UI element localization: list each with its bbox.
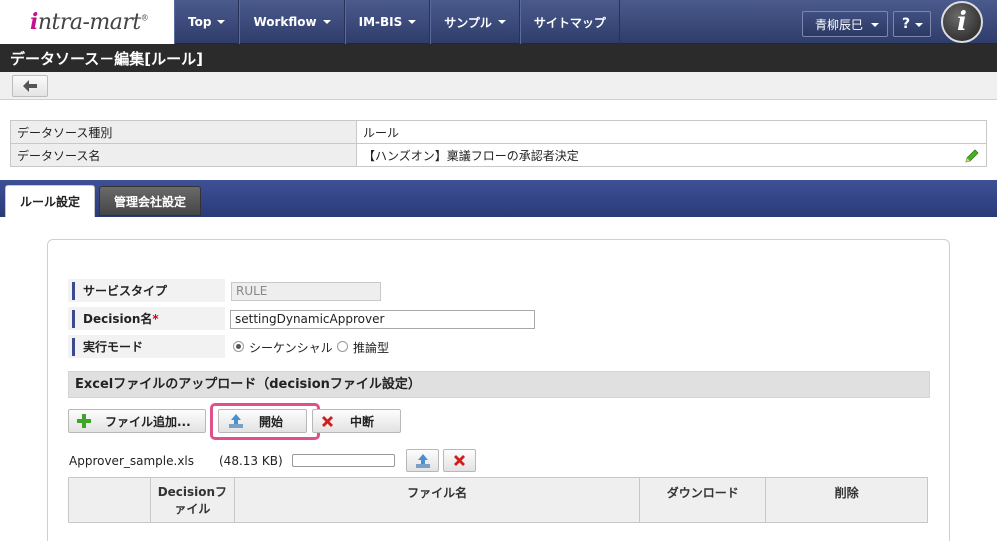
upload-section-title: Excelファイルのアップロード（decisionファイル設定） <box>68 371 930 398</box>
chevron-down-icon <box>871 23 879 27</box>
nav-im-bis[interactable]: IM-BIS <box>344 0 431 44</box>
info-value: 【ハンズオン】稟議フローの承認者決定 <box>363 148 579 163</box>
mode-cell: シーケンシャル 推論型 <box>225 335 926 359</box>
cancel-icon <box>322 415 333 427</box>
brand-icon[interactable]: i <box>941 1 983 43</box>
nav-im-bis-label: IM-BIS <box>358 15 403 29</box>
info-value: ルール <box>356 120 987 144</box>
nav-workflow-label: Workflow <box>253 15 317 29</box>
form-row-decision: Decision名* settingDynamicApprover <box>68 307 926 331</box>
start-upload-label: 開始 <box>259 414 284 429</box>
file-name: Approver_sample.xls <box>69 454 195 468</box>
brand-letter: i <box>957 7 967 37</box>
file-upload-button[interactable] <box>406 449 439 472</box>
form-row-mode: 実行モード シーケンシャル 推論型 <box>68 335 926 359</box>
decision-name-input[interactable]: settingDynamicApprover <box>230 310 535 329</box>
tab-company-settings[interactable]: 管理会社設定 <box>99 186 202 216</box>
decision-label-wrap: Decision名* <box>72 310 159 328</box>
upload-progress-bar <box>292 454 395 467</box>
arrow-left-icon <box>23 80 37 92</box>
column-header-delete: 削除 <box>765 477 928 523</box>
main-nav: Top Workflow IM-BIS サンプル サイトマップ <box>174 0 620 44</box>
help-menu-button[interactable]: ? <box>893 11 931 37</box>
add-file-label: ファイル追加... <box>105 414 191 429</box>
pencil-icon[interactable] <box>964 148 980 164</box>
user-name: 青柳辰巳 <box>815 17 864 32</box>
service-type-label: サービスタイプ <box>72 282 167 300</box>
radio-inference-label[interactable]: 推論型 <box>353 339 389 356</box>
info-value-cell: 【ハンズオン】稟議フローの承認者決定 <box>356 143 987 167</box>
radio-inference[interactable] <box>337 341 348 352</box>
nav-top-label: Top <box>188 15 212 29</box>
column-header-download: ダウンロード <box>639 477 767 523</box>
decision-label: Decision名 <box>83 312 153 326</box>
user-menu-button[interactable]: 青柳辰巳 <box>802 11 888 37</box>
nav-sitemap[interactable]: サイトマップ <box>519 0 620 44</box>
info-label: データソース種別 <box>10 120 357 144</box>
nav-sample[interactable]: サンプル <box>430 0 520 44</box>
nav-top[interactable]: Top <box>174 0 240 44</box>
nav-sample-label: サンプル <box>444 15 492 30</box>
info-row-name: データソース名 【ハンズオン】稟議フローの承認者決定 <box>10 143 987 167</box>
required-mark: * <box>152 312 159 326</box>
form-row-service-type: サービスタイプ RULE <box>68 279 926 303</box>
radio-sequential[interactable] <box>233 341 244 352</box>
uploaded-files-table: Decisionファイル ファイル名 ダウンロード 削除 <box>68 477 928 523</box>
upload-icon <box>229 414 243 428</box>
intra-mart-logo[interactable]: intra-mart® <box>0 0 174 44</box>
back-button[interactable] <box>12 75 48 97</box>
chevron-down-icon <box>497 20 506 24</box>
column-header-decision-file: Decisionファイル <box>149 477 235 523</box>
tab-bar: ルール設定 管理会社設定 <box>0 180 997 217</box>
table-header-row: Decisionファイル ファイル名 ダウンロード 削除 <box>68 477 928 523</box>
decision-cell: settingDynamicApprover <box>225 307 926 331</box>
plus-icon <box>77 414 91 428</box>
page-toolbar <box>0 72 997 100</box>
chevron-down-icon <box>408 20 417 24</box>
nav-sitemap-label: サイトマップ <box>533 15 606 30</box>
chevron-down-icon <box>217 20 226 24</box>
page-title: データソース－編集[ルール] <box>0 44 997 72</box>
nav-workflow[interactable]: Workflow <box>239 0 345 44</box>
info-label: データソース名 <box>10 143 357 167</box>
file-size: (48.13 KB) <box>219 454 283 468</box>
column-header-file-name: ファイル名 <box>233 477 641 523</box>
cancel-icon <box>454 455 465 466</box>
abort-upload-label: 中断 <box>350 414 375 429</box>
abort-upload-button[interactable]: 中断 <box>312 409 401 433</box>
tab-rule-settings[interactable]: ルール設定 <box>5 185 96 217</box>
radio-sequential-label[interactable]: シーケンシャル <box>249 339 333 356</box>
file-remove-button[interactable] <box>443 449 476 472</box>
add-file-button[interactable]: ファイル追加... <box>68 409 206 433</box>
info-row-type: データソース種別 ルール <box>10 120 987 144</box>
start-upload-button[interactable]: 開始 <box>218 409 307 433</box>
logo-text: intra-mart® <box>30 9 149 35</box>
top-navbar: intra-mart® Top Workflow IM-BIS サンプル サイト… <box>0 0 997 44</box>
help-label: ? <box>902 16 911 32</box>
column-header-blank <box>68 477 151 523</box>
mode-label: 実行モード <box>72 338 143 356</box>
datasource-info-table: データソース種別 ルール データソース名 【ハンズオン】稟議フローの承認者決定 <box>10 120 987 167</box>
service-type-cell: RULE <box>225 279 926 303</box>
upload-icon <box>415 453 430 468</box>
chevron-down-icon <box>915 23 923 27</box>
chevron-down-icon <box>322 20 331 24</box>
service-type-field: RULE <box>231 282 381 301</box>
